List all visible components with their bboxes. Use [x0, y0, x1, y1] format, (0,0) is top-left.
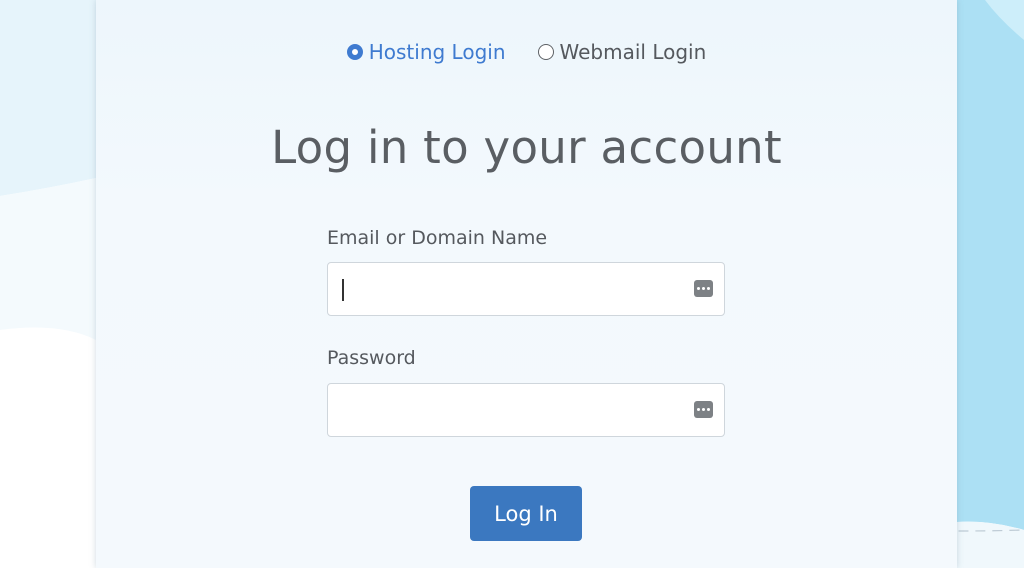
webmail-login-label[interactable]: Webmail Login: [560, 36, 707, 68]
page-title: Log in to your account: [271, 121, 782, 174]
password-manager-icon[interactable]: [694, 401, 713, 418]
webmail-login-radio[interactable]: [537, 44, 554, 60]
hosting-login-option[interactable]: Hosting Login: [346, 36, 506, 68]
password-field-box[interactable]: [327, 383, 725, 437]
password-manager-icon[interactable]: [694, 280, 713, 297]
text-cursor: [342, 279, 344, 301]
email-field-box[interactable]: [327, 262, 725, 316]
login-card: Hosting Login Webmail Login Log in to yo…: [96, 0, 957, 568]
webmail-login-option[interactable]: Webmail Login: [537, 36, 707, 68]
email-field-label: Email or Domain Name: [327, 227, 548, 249]
login-type-selector: Hosting Login Webmail Login: [96, 36, 957, 68]
password-field-label: Password: [327, 347, 416, 369]
password-field[interactable]: [328, 384, 724, 436]
email-field[interactable]: [328, 263, 724, 315]
hosting-login-label[interactable]: Hosting Login: [369, 36, 506, 68]
hosting-login-radio[interactable]: [346, 44, 363, 60]
login-button[interactable]: Log In: [470, 486, 582, 541]
